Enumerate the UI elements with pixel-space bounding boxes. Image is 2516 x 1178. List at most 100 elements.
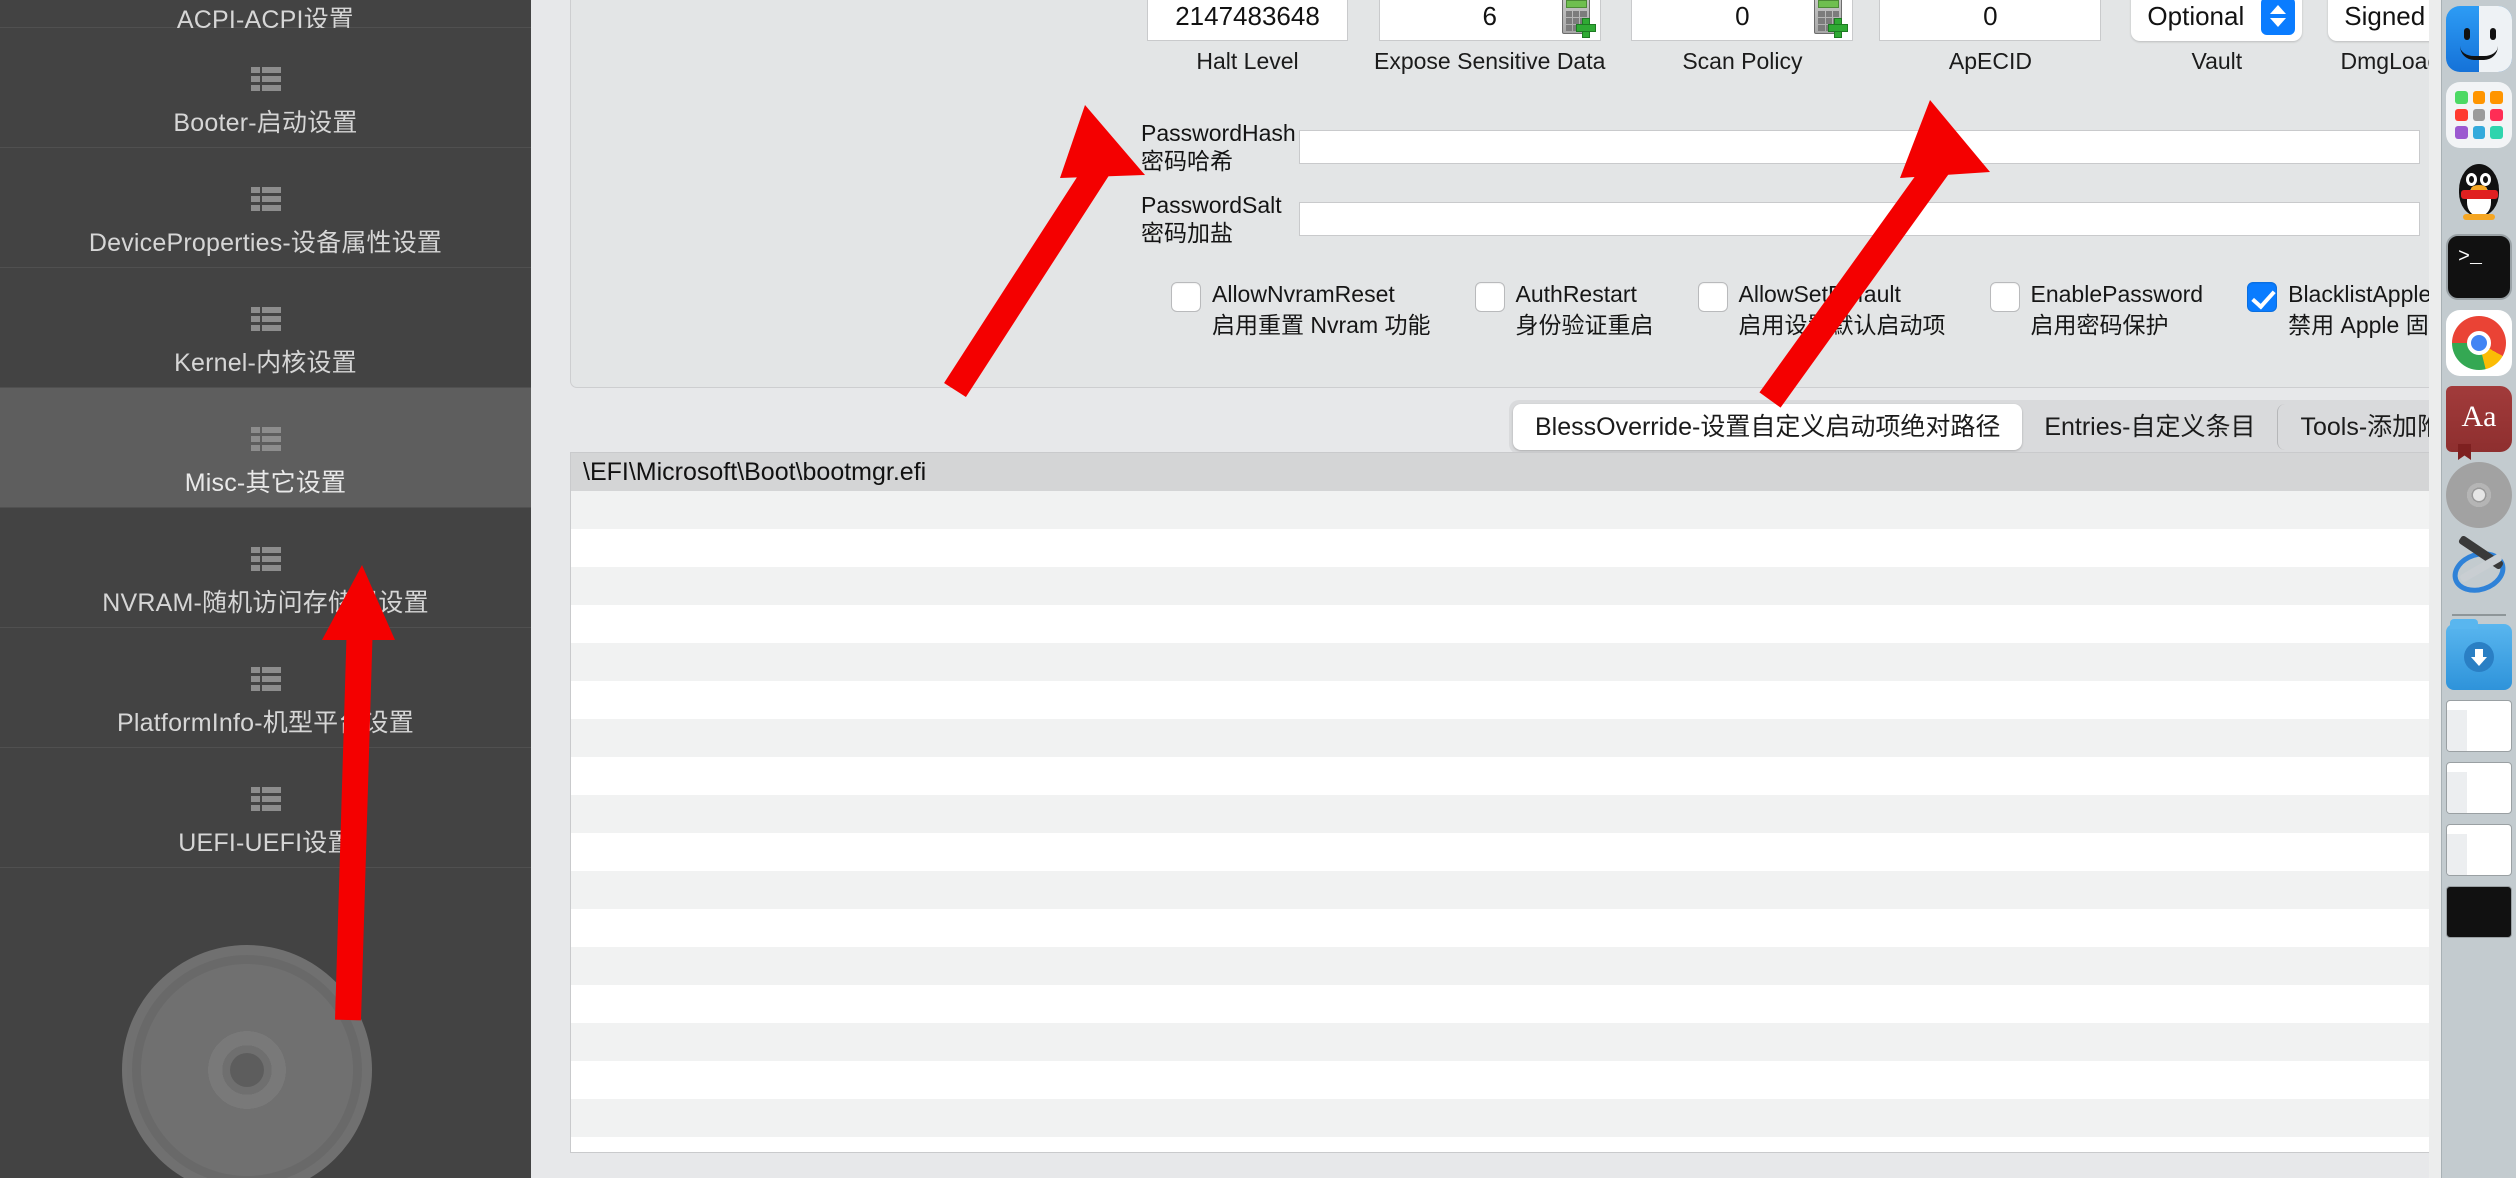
- table-row[interactable]: [571, 1061, 2438, 1099]
- checkbox-label-en: AllowNvramReset: [1212, 281, 1395, 307]
- numeric-fields-row: 2147483648 Halt Level 6 Expose Sensitive…: [1147, 0, 2516, 75]
- utilities-icon[interactable]: [2446, 534, 2512, 604]
- sidebar-item-booter[interactable]: Booter-启动设置: [0, 28, 531, 148]
- calculator-add-icon[interactable]: [1558, 0, 1596, 38]
- sidebar-item-uefi[interactable]: UEFI-UEFI设置: [0, 748, 531, 868]
- subtab-entries[interactable]: Entries-自定义条目: [2022, 404, 2277, 450]
- scan-policy-value: 0: [1735, 0, 1750, 31]
- sidebar-item-label: Misc-其它设置: [184, 469, 347, 497]
- expose-sensitive-data-input[interactable]: 6: [1378, 0, 1601, 41]
- checkbox-label-en: AuthRestart: [1515, 281, 1637, 307]
- dock-divider: [2452, 614, 2506, 616]
- list-grid-icon: [250, 547, 281, 571]
- list-grid-icon: [250, 667, 281, 691]
- password-hash-input[interactable]: [1299, 130, 2420, 165]
- sidebar-item-platforminfo[interactable]: PlatformInfo-机型平台设置: [0, 628, 531, 748]
- window-thumbnail-icon[interactable]: [2446, 700, 2512, 752]
- table-row[interactable]: [571, 1099, 2438, 1137]
- dmgloading-selected-value: Signed: [2344, 0, 2426, 31]
- password-salt-label-cn: 密码加盐: [1141, 220, 1233, 247]
- terminal-thumbnail-icon[interactable]: [2446, 886, 2512, 938]
- sidebar-item-label: DeviceProperties-设备属性设置: [88, 229, 443, 257]
- checkbox-box[interactable]: [1474, 282, 1505, 312]
- bless-override-list[interactable]: \EFI\Microsoft\Boot\bootmgr.efi: [570, 452, 2439, 1153]
- checkbox-allowsetdefault[interactable]: AllowSetDefault 启用设置默认启动项: [1697, 279, 1946, 341]
- password-hash-row: PasswordHash 密码哈希: [1141, 119, 2420, 175]
- table-row[interactable]: \EFI\Microsoft\Boot\bootmgr.efi: [571, 453, 2438, 491]
- checkbox-label-cn: 启用设置默认启动项: [1738, 312, 1946, 339]
- checkbox-box[interactable]: [1697, 282, 1728, 312]
- screen-root: ACPI-ACPI设置 Booter-启动设置 DeviceProperties…: [0, 0, 2516, 1178]
- checkbox-box[interactable]: [1989, 282, 2020, 312]
- qq-icon[interactable]: [2446, 158, 2512, 224]
- password-salt-label: PasswordSalt 密码加盐: [1141, 191, 1299, 247]
- table-row[interactable]: [571, 605, 2438, 643]
- list-grid-icon: [250, 187, 281, 211]
- sidebar-item-nvram[interactable]: NVRAM-随机访问存储器设置: [0, 508, 531, 628]
- sidebar-item-label: PlatformInfo-机型平台设置: [117, 709, 414, 737]
- table-row[interactable]: [571, 643, 2438, 681]
- sidebar-item-kernel[interactable]: Kernel-内核设置: [0, 268, 531, 388]
- scan-policy-input[interactable]: 0: [1631, 0, 1854, 41]
- sidebar-item-acpi[interactable]: ACPI-ACPI设置: [0, 0, 531, 34]
- password-hash-label-cn: 密码哈希: [1141, 148, 1233, 175]
- table-row[interactable]: [571, 871, 2438, 909]
- security-checkbox-row: AllowNvramReset 启用重置 Nvram 功能 AuthRestar…: [1171, 279, 2516, 341]
- sidebar-item-misc[interactable]: Misc-其它设置: [0, 388, 531, 508]
- launchpad-icon[interactable]: [2446, 82, 2512, 148]
- disc-icon[interactable]: [2446, 462, 2512, 528]
- checkbox-allownvramreset[interactable]: AllowNvramReset 启用重置 Nvram 功能: [1171, 279, 1431, 341]
- field-expose-sensitive-data: 6 Expose Sensitive Data: [1374, 0, 1605, 75]
- apecid-input[interactable]: 0: [1879, 0, 2102, 41]
- subtab-blessoverride[interactable]: BlessOverride-设置自定义启动项绝对路径: [1513, 404, 2023, 450]
- dictionary-icon[interactable]: [2446, 386, 2512, 460]
- field-halt-level: 2147483648 Halt Level: [1147, 0, 1348, 75]
- apecid-label: ApECID: [1948, 48, 2032, 74]
- password-salt-label-en: PasswordSalt: [1141, 192, 1282, 218]
- halt-level-input[interactable]: 2147483648: [1147, 0, 1348, 41]
- table-row[interactable]: [571, 833, 2438, 871]
- vertical-scrollbar[interactable]: [2429, 0, 2441, 1178]
- table-row[interactable]: [571, 947, 2438, 985]
- sidebar-item-deviceproperties[interactable]: DeviceProperties-设备属性设置: [0, 148, 531, 268]
- vault-dropdown[interactable]: Optional: [2131, 0, 2303, 41]
- chevron-updown-icon: [2261, 0, 2296, 35]
- sidebar: ACPI-ACPI设置 Booter-启动设置 DeviceProperties…: [0, 0, 531, 1178]
- table-row[interactable]: [571, 757, 2438, 795]
- table-row[interactable]: [571, 491, 2438, 529]
- table-row[interactable]: [571, 681, 2438, 719]
- terminal-icon[interactable]: [2446, 234, 2512, 300]
- table-row[interactable]: [571, 719, 2438, 757]
- halt-level-label: Halt Level: [1196, 48, 1299, 74]
- field-apecid: 0 ApECID: [1879, 0, 2102, 75]
- security-form-card: 2147483648 Halt Level 6 Expose Sensitive…: [570, 0, 2516, 388]
- vault-label: Vault: [2191, 48, 2243, 74]
- checkbox-label-cn: 启用重置 Nvram 功能: [1212, 312, 1431, 339]
- checkbox-label-en: EnablePassword: [2030, 281, 2204, 307]
- table-row[interactable]: [571, 529, 2438, 567]
- checkbox-label-cn: 身份验证重启: [1515, 312, 1654, 339]
- chrome-icon[interactable]: [2446, 310, 2512, 376]
- checkbox-label-cn: 启用密码保护: [2030, 312, 2169, 339]
- checkbox-authrestart[interactable]: AuthRestart 身份验证重启: [1474, 279, 1654, 341]
- table-row[interactable]: [571, 985, 2438, 1023]
- downloads-folder-icon[interactable]: [2446, 619, 2512, 690]
- window-thumbnail-icon[interactable]: [2446, 824, 2512, 876]
- calculator-add-icon[interactable]: [1810, 0, 1849, 38]
- scan-policy-label: Scan Policy: [1682, 48, 1803, 74]
- checkbox-enablepassword[interactable]: EnablePassword 启用密码保护: [1989, 279, 2204, 341]
- checkbox-box-checked[interactable]: [2247, 282, 2278, 312]
- window-thumbnail-icon[interactable]: [2446, 762, 2512, 814]
- table-row[interactable]: [571, 567, 2438, 605]
- table-row[interactable]: [571, 909, 2438, 947]
- expose-sensitive-data-value: 6: [1482, 0, 1497, 31]
- checkbox-box[interactable]: [1171, 282, 1201, 312]
- table-row[interactable]: [571, 1023, 2438, 1061]
- password-hash-label-en: PasswordHash: [1141, 120, 1296, 146]
- table-row[interactable]: [571, 795, 2438, 833]
- dock: [2441, 0, 2516, 1178]
- finder-icon[interactable]: [2446, 6, 2512, 72]
- password-salt-input[interactable]: [1299, 202, 2420, 237]
- sidebar-disc-decoration: [122, 945, 372, 1178]
- sidebar-item-label: UEFI-UEFI设置: [178, 829, 353, 857]
